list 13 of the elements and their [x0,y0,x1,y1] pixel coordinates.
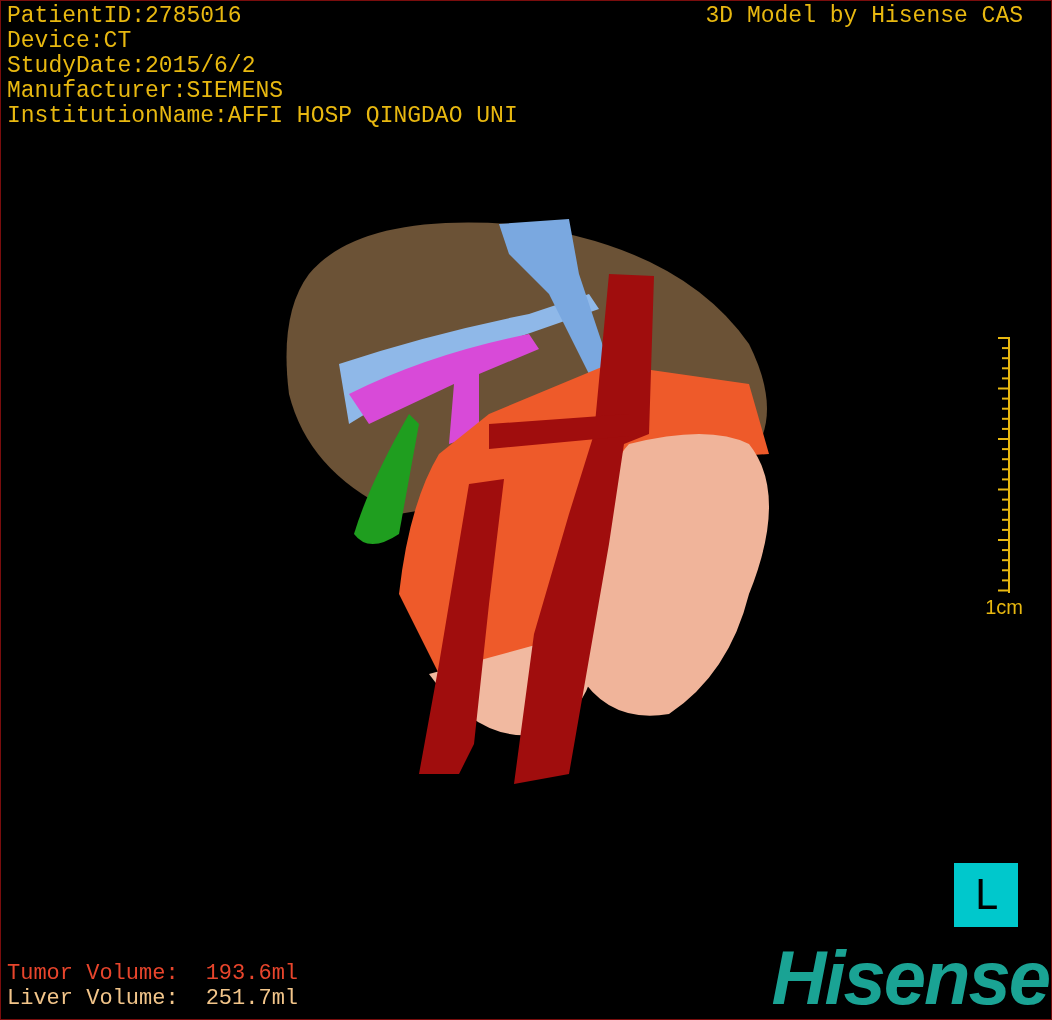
orientation-marker: L [954,863,1018,927]
patient-info-text: PatientID:2785016 [7,4,243,29]
logo: Hisense [771,945,1049,1011]
volume-label: Tumor Volume: [7,961,179,986]
patient-info-text: Manufacturer:SIEMENS [7,79,285,104]
scale-label: 1cm [985,595,1023,620]
volume-value: 193.6ml [205,961,299,986]
patient-info-text: InstitutionName:AFFI HOSP QINGDAO UNI [7,104,518,129]
volume-label: Liver Volume: [7,986,179,1011]
patient-info-text: Device:CT [7,29,133,54]
volume-value: 251.7ml [205,986,299,1011]
patient-info-text: StudyDate:2015/6/2 [7,54,257,79]
viewer-title: 3D Model by Hisense CAS [705,4,1023,31]
